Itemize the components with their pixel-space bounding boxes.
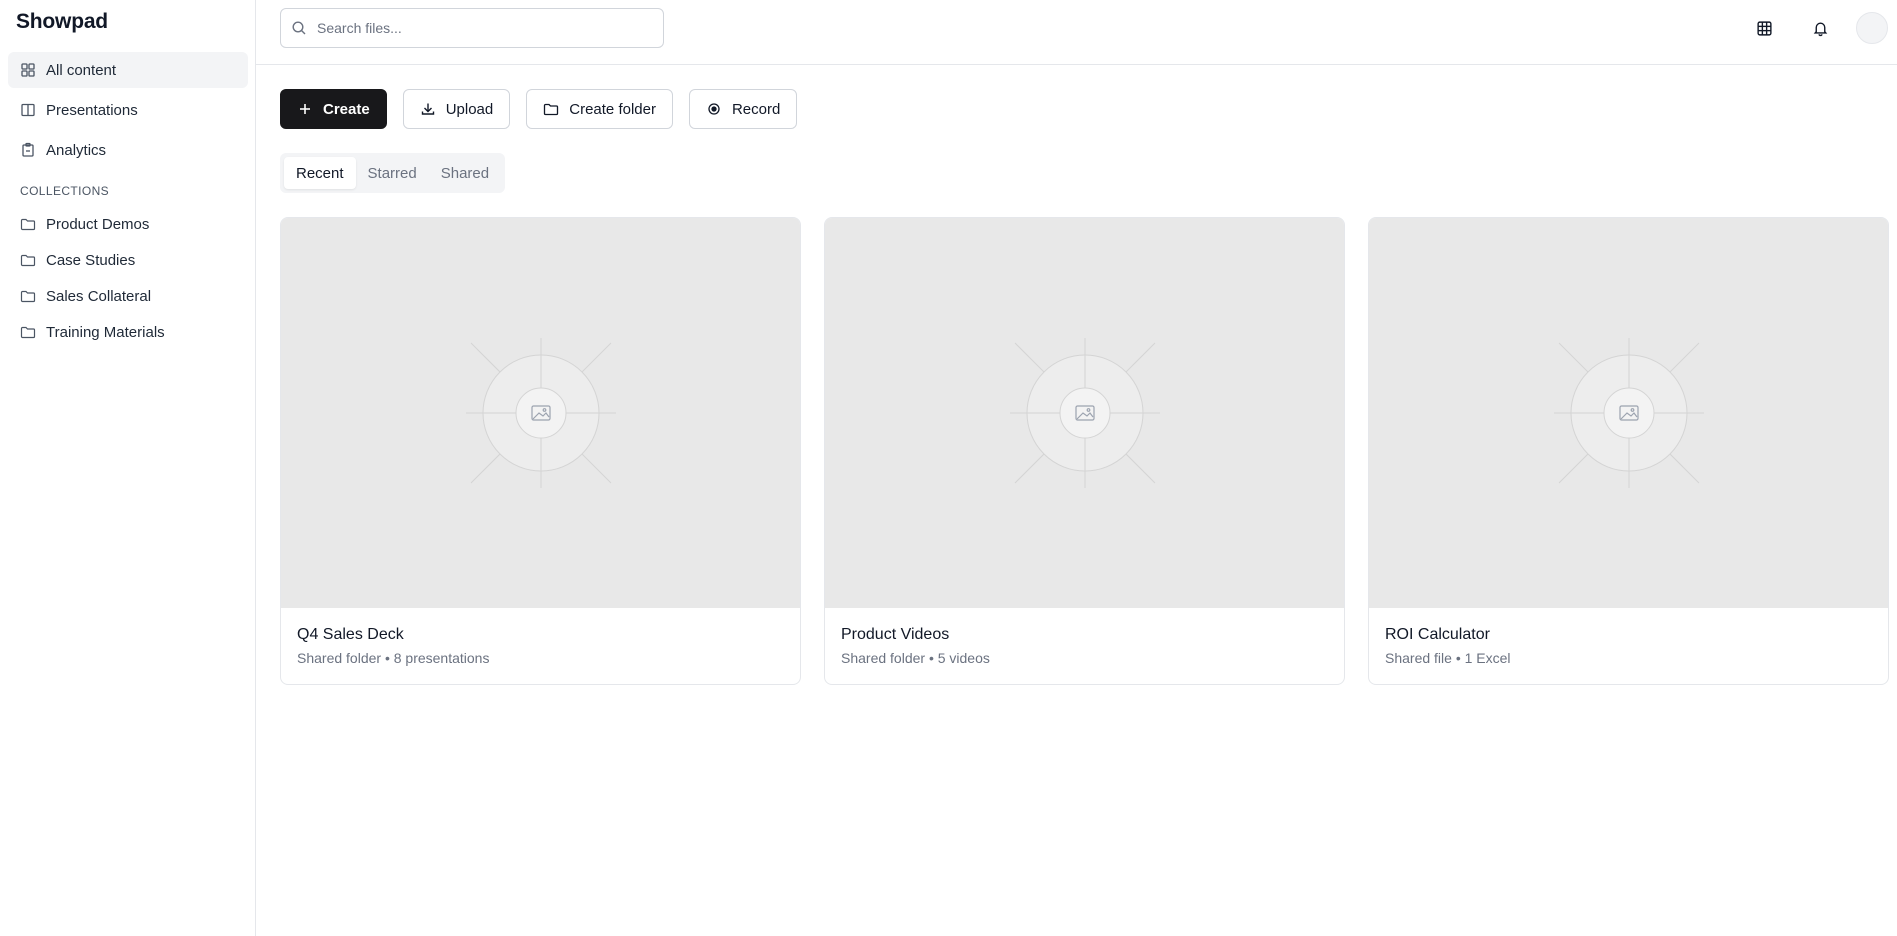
search-box[interactable] bbox=[280, 8, 664, 48]
card-subtitle: Shared folder • 8 presentations bbox=[297, 650, 490, 666]
grid-icon bbox=[20, 62, 36, 78]
create-button[interactable]: Create bbox=[280, 89, 387, 129]
sidebar-item-analytics[interactable]: Analytics bbox=[8, 132, 248, 168]
sidebar: Showpad All content Presentations Analyt… bbox=[0, 0, 256, 936]
card-subtitle: Shared file • 1 Excel bbox=[1385, 650, 1511, 666]
record-button[interactable]: Record bbox=[688, 89, 798, 129]
app-logo[interactable]: Showpad bbox=[16, 10, 108, 34]
apps-grid-icon[interactable] bbox=[1750, 14, 1778, 42]
create-button-label: Create bbox=[323, 100, 370, 118]
sidebar-item-label: Presentations bbox=[46, 101, 138, 119]
record-button-label: Record bbox=[731, 100, 781, 118]
image-placeholder-icon bbox=[465, 338, 616, 488]
upload-button-label: Upload bbox=[445, 100, 494, 118]
tab-shared[interactable]: Shared bbox=[429, 157, 501, 189]
collections-list: Product Demos Case Studies Sales Collate… bbox=[8, 208, 248, 352]
content-card[interactable]: ROI Calculator Shared file • 1 Excel bbox=[1368, 217, 1889, 685]
upload-button[interactable]: Upload bbox=[402, 89, 511, 129]
sidebar-nav: All content Presentations Analytics bbox=[8, 52, 248, 172]
folder-icon bbox=[20, 216, 36, 232]
collection-item-label: Training Materials bbox=[46, 323, 165, 341]
bell-icon[interactable] bbox=[1806, 14, 1834, 42]
collection-item-label: Product Demos bbox=[46, 215, 150, 233]
card-title: Q4 Sales Deck bbox=[297, 626, 404, 643]
tab-recent[interactable]: Recent bbox=[284, 157, 356, 189]
folder-icon bbox=[543, 101, 559, 117]
folder-icon bbox=[20, 252, 36, 268]
sidebar-item-presentations[interactable]: Presentations bbox=[8, 92, 248, 128]
image-placeholder-icon bbox=[1009, 338, 1160, 488]
collection-item-label: Sales Collateral bbox=[46, 287, 152, 305]
create-folder-button-label: Create folder bbox=[569, 100, 656, 118]
action-toolbar: Create Upload Create folder Record bbox=[280, 89, 813, 129]
card-thumbnail bbox=[825, 218, 1344, 608]
download-icon bbox=[420, 101, 436, 117]
search-input[interactable] bbox=[317, 20, 637, 36]
collection-item-product-demos[interactable]: Product Demos bbox=[8, 208, 248, 240]
collection-item-training-materials[interactable]: Training Materials bbox=[8, 316, 248, 348]
avatar[interactable] bbox=[1856, 12, 1888, 44]
collection-item-sales-collateral[interactable]: Sales Collateral bbox=[8, 280, 248, 312]
card-thumbnail bbox=[281, 218, 800, 608]
collection-item-case-studies[interactable]: Case Studies bbox=[8, 244, 248, 276]
collections-heading: COLLECTIONS bbox=[20, 184, 110, 198]
clipboard-icon bbox=[20, 142, 36, 158]
sidebar-item-all-content[interactable]: All content bbox=[8, 52, 248, 88]
collection-item-label: Case Studies bbox=[46, 251, 136, 269]
book-icon bbox=[20, 102, 36, 118]
content-card[interactable]: Q4 Sales Deck Shared folder • 8 presenta… bbox=[280, 217, 801, 685]
content-card[interactable]: Product Videos Shared folder • 5 videos bbox=[824, 217, 1345, 685]
sidebar-item-label: All content bbox=[46, 61, 117, 79]
create-folder-button[interactable]: Create folder bbox=[526, 89, 673, 129]
image-placeholder-icon bbox=[1553, 338, 1704, 488]
card-title: ROI Calculator bbox=[1385, 626, 1490, 643]
plus-icon bbox=[297, 101, 313, 117]
card-title: Product Videos bbox=[841, 626, 950, 643]
folder-icon bbox=[20, 288, 36, 304]
card-thumbnail bbox=[1369, 218, 1888, 608]
top-bar bbox=[256, 0, 1897, 65]
card-subtitle: Shared folder • 5 videos bbox=[841, 650, 990, 666]
tab-starred[interactable]: Starred bbox=[356, 157, 429, 189]
search-icon bbox=[291, 20, 307, 36]
content-tabs: Recent Starred Shared bbox=[280, 153, 506, 193]
sidebar-item-label: Analytics bbox=[46, 141, 107, 159]
folder-icon bbox=[20, 324, 36, 340]
content-grid: Q4 Sales Deck Shared folder • 8 presenta… bbox=[280, 217, 1889, 685]
record-icon bbox=[706, 101, 722, 117]
